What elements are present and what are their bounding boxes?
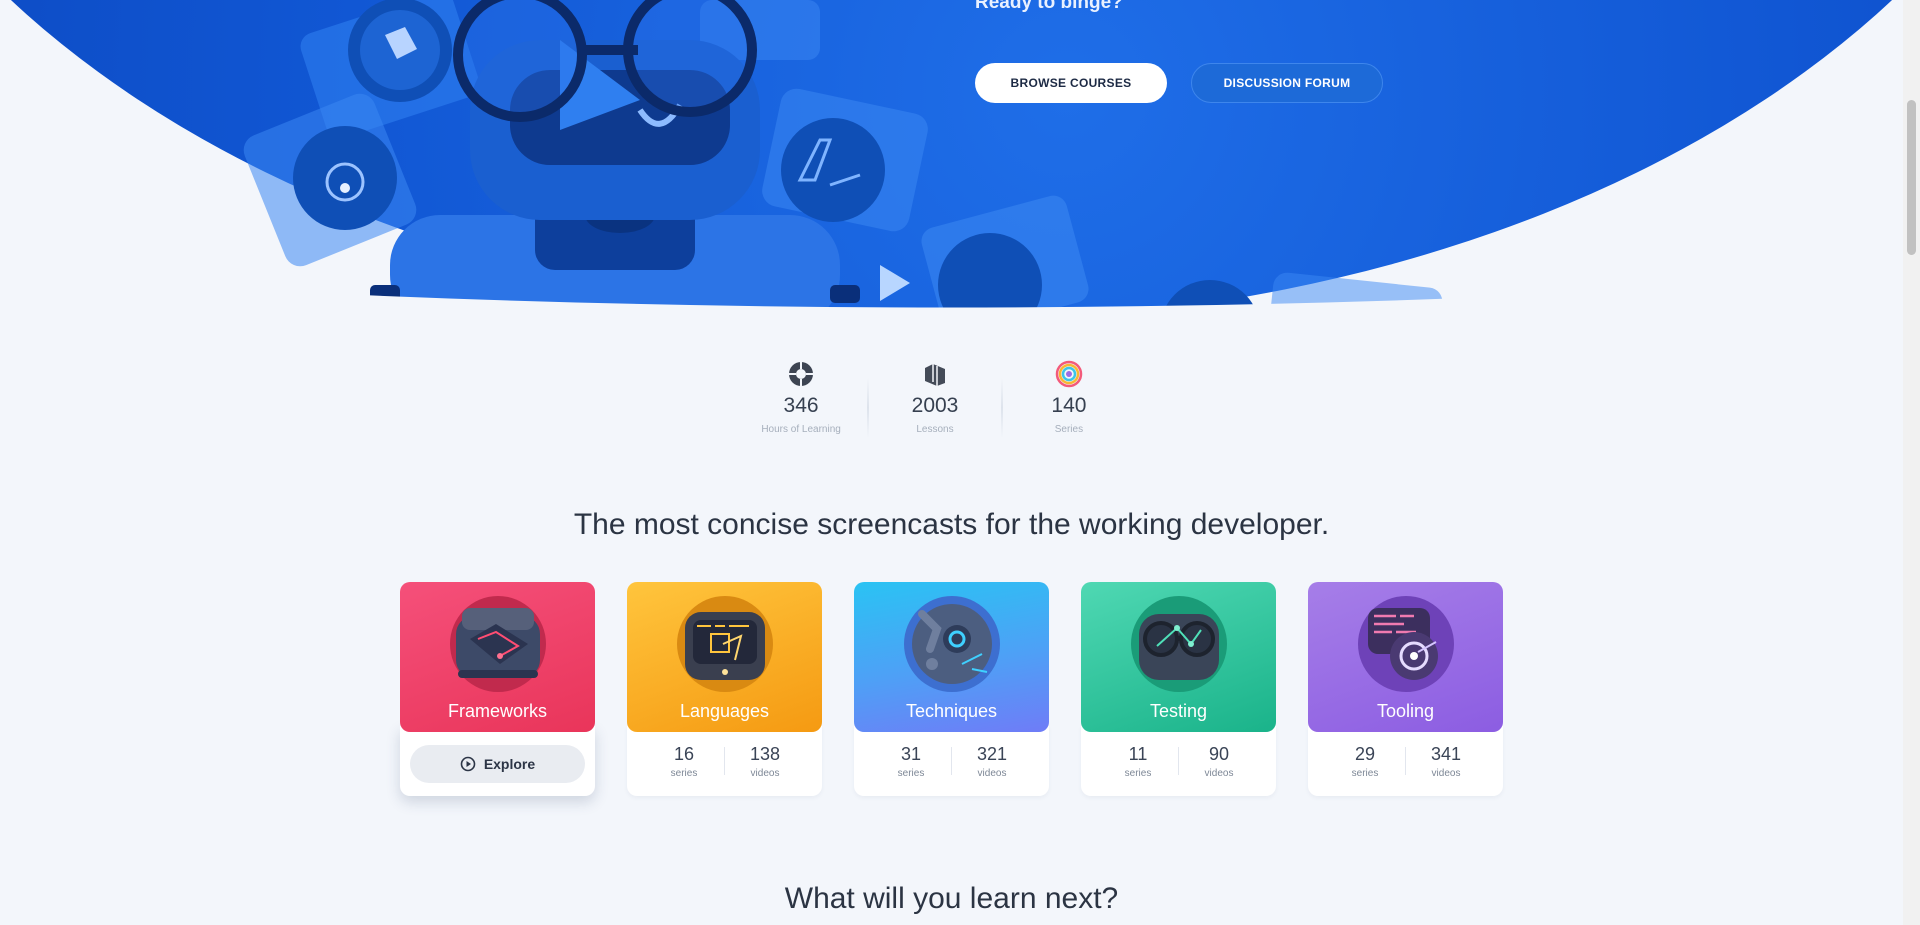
videos-count-value: 138 (749, 743, 781, 764)
category-banner[interactable]: Languages (627, 582, 822, 732)
category-footer: Explore (400, 726, 595, 796)
stat-series-value: 140 (1051, 394, 1087, 417)
section-headline: The most concise screencasts for the wor… (573, 508, 1330, 541)
brain-icon (789, 362, 814, 386)
stat-lessons-label: Lessons (916, 424, 954, 435)
category-footer: 16 series 138 videos (627, 726, 822, 796)
category-card-testing[interactable]: Testing 11 series 90 videos (1081, 582, 1276, 796)
frameworks-robot-icon (449, 596, 546, 692)
category-footer: 29 series 341 videos (1308, 726, 1503, 796)
series-count-value: 31 (900, 743, 922, 764)
category-card-techniques[interactable]: Techniques 31 series 321 videos (854, 582, 1049, 796)
series-count: 11 series (1098, 744, 1178, 779)
category-title: Tooling (1376, 701, 1435, 721)
category-banner[interactable]: Tooling (1308, 582, 1503, 732)
category-title: Testing (1149, 701, 1208, 721)
browse-courses-button[interactable]: BROWSE COURSES (975, 63, 1167, 103)
videos-count-value: 90 (1208, 743, 1230, 764)
explore-button[interactable]: Explore (410, 745, 585, 783)
site-stats: 346 Hours of Learning 2003 Lessons 140 S… (735, 360, 1135, 450)
videos-count: 341 videos (1406, 744, 1486, 779)
series-count-label: series (1124, 767, 1152, 779)
category-title: Languages (679, 701, 770, 721)
explore-label: Explore (483, 756, 536, 772)
page-scrollbar[interactable] (1903, 0, 1920, 925)
hero-tagline: Ready to binge? (975, 0, 1123, 13)
series-count: 29 series (1325, 744, 1405, 779)
category-banner[interactable]: Techniques (854, 582, 1049, 732)
stat-series-label: Series (1054, 424, 1084, 435)
stat-hours-value: 346 (783, 394, 819, 417)
languages-robot-icon (676, 596, 773, 692)
scrollbar-thumb[interactable] (1907, 100, 1916, 255)
next-section-heading: What will you learn next? (784, 882, 1119, 915)
series-count: 31 series (871, 744, 951, 779)
videos-count-label: videos (977, 767, 1007, 779)
category-card-languages[interactable]: Languages 16 series 138 videos (627, 582, 822, 796)
stat-hours: 346 Hours of Learning (735, 360, 867, 450)
stat-series: 140 Series (1003, 360, 1135, 450)
hero-curve (0, 275, 1903, 330)
stat-lessons-value: 2003 (911, 394, 959, 417)
stat-hours-label: Hours of Learning (761, 424, 841, 435)
videos-count-value: 341 (1430, 743, 1462, 764)
series-count-label: series (1351, 767, 1379, 779)
category-cards: Frameworks Explore Languages 16 series 1… (400, 582, 1503, 796)
stat-lessons: 2003 Lessons (869, 360, 1001, 450)
tooling-robot-icon (1357, 596, 1454, 692)
series-count-label: series (670, 767, 698, 779)
series-count-value: 29 (1354, 743, 1376, 764)
category-footer: 31 series 321 videos (854, 726, 1049, 796)
books-icon (925, 364, 945, 386)
videos-count: 138 videos (725, 744, 805, 779)
videos-count-value: 321 (976, 743, 1008, 764)
series-count-value: 11 (1128, 743, 1148, 764)
videos-count: 321 videos (952, 744, 1032, 779)
category-banner[interactable]: Testing (1081, 582, 1276, 732)
videos-count: 90 videos (1179, 744, 1259, 779)
category-banner[interactable]: Frameworks (400, 582, 595, 732)
hero-banner: Ready to binge? BROWSE COURSES DISCUSSIO… (0, 0, 1903, 330)
testing-robot-icon (1130, 596, 1227, 692)
videos-count-label: videos (1204, 767, 1234, 779)
category-card-tooling[interactable]: Tooling 29 series 341 videos (1308, 582, 1503, 796)
videos-count-label: videos (750, 767, 780, 779)
techniques-robot-icon (903, 596, 1000, 692)
category-title: Frameworks (447, 701, 547, 721)
series-count-label: series (897, 767, 925, 779)
series-count: 16 series (644, 744, 724, 779)
category-card-frameworks[interactable]: Frameworks Explore (400, 582, 595, 796)
rainbow-circle-icon (1055, 360, 1083, 388)
category-footer: 11 series 90 videos (1081, 726, 1276, 796)
videos-count-label: videos (1431, 767, 1461, 779)
category-title: Techniques (905, 701, 998, 721)
discussion-forum-button[interactable]: DISCUSSION FORUM (1191, 63, 1383, 103)
series-count-value: 16 (673, 743, 695, 764)
play-circle-icon (460, 756, 476, 772)
